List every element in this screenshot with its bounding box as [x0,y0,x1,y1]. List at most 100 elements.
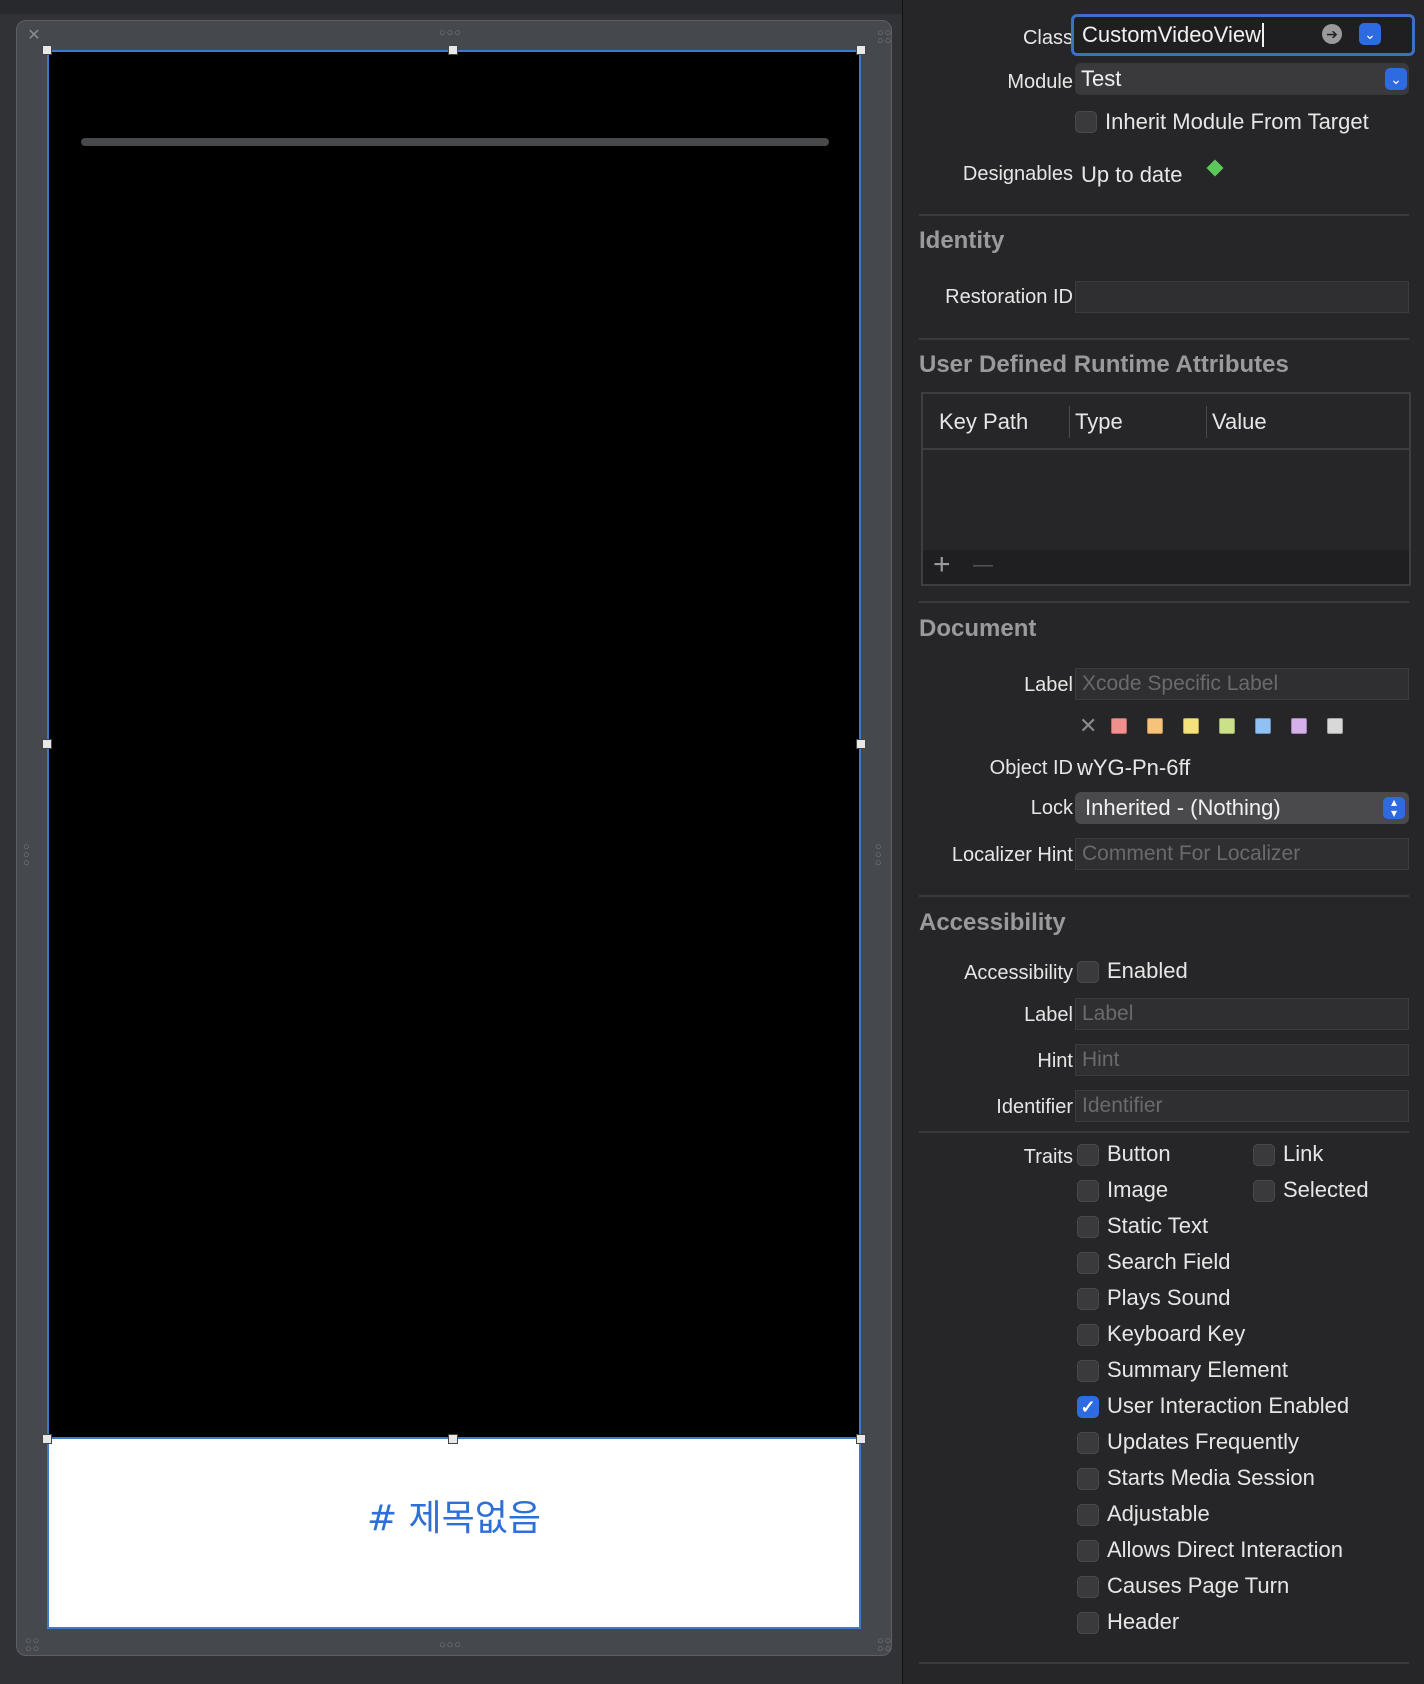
scene-close-icon[interactable]: ✕ [25,27,43,45]
inherit-module-label: Inherit Module From Target [1105,109,1369,134]
resize-handle-right[interactable] [856,739,866,749]
trait-button-checkbox[interactable] [1077,1144,1099,1166]
document-label-field[interactable]: Xcode Specific Label [1075,668,1409,700]
label-color-blue[interactable] [1255,718,1271,734]
trait-plays-sound-label: Plays Sound [1107,1285,1231,1310]
separator [919,895,1409,897]
hashtag-label: # 제목없음 [366,1498,542,1539]
clear-label-color-icon[interactable]: ✕ [1079,713,1097,739]
label-color-orange[interactable] [1147,718,1163,734]
trait-allows-direct-interaction-label: Allows Direct Interaction [1107,1537,1343,1562]
document-section-title: Document [919,615,1037,642]
resize-handle-bottom-right[interactable] [856,1434,866,1444]
label-color-yellow[interactable] [1183,718,1199,734]
go-to-class-arrow-icon[interactable]: ➔ [1322,24,1342,44]
label-color-purple[interactable] [1291,718,1307,734]
accessibility-section-title: Accessibility [919,909,1066,936]
scene-bottom-grip-icon[interactable]: ○○○ [439,1640,462,1651]
resize-handle-top-left[interactable] [42,45,52,55]
text-cursor [1262,23,1264,47]
module-value: Test [1081,66,1122,91]
resize-handle-bottom-left[interactable] [42,1434,52,1444]
identity-inspector: Class CustomVideoView ➔ ⌄ Module Test ⌄ … [902,0,1424,1684]
accessibility-identifier-field[interactable]: Identifier [1075,1090,1409,1122]
designables-status-icon [1206,159,1224,177]
trait-causes-page-turn-label: Causes Page Turn [1107,1573,1290,1598]
class-field-text: CustomVideoView [1082,22,1261,47]
object-id-label: Object ID [989,757,1073,779]
trait-static-text-checkbox[interactable] [1077,1216,1099,1238]
trait-starts-media-session-checkbox[interactable] [1077,1468,1099,1490]
inherit-module-checkbox[interactable] [1075,111,1097,133]
separator [919,1662,1409,1664]
custom-video-view[interactable] [47,50,861,1439]
class-field[interactable]: CustomVideoView ➔ ⌄ [1071,14,1415,56]
resize-handle-bottom[interactable] [448,1434,458,1444]
designables-label: Designables [962,163,1073,185]
accessibility-enabled-checkbox[interactable] [1077,961,1099,983]
trait-keyboard-key-checkbox[interactable] [1077,1324,1099,1346]
label-color-green[interactable] [1219,718,1235,734]
lock-popup[interactable]: Inherited - (Nothing) ▴ ▾ [1075,792,1409,824]
add-attribute-button[interactable]: + [933,548,951,582]
restoration-id-field[interactable] [1075,281,1409,313]
object-id-value: wYG-Pn-6ff [1077,755,1191,780]
scene-bottom-right-grip-icon[interactable]: ○○ ○○ [877,1636,892,1655]
runtime-attributes-table[interactable]: Key Path Type Value + — [921,392,1411,586]
scene-bottom-left-grip-icon[interactable]: ○○ ○○ [25,1636,40,1655]
trait-starts-media-session-label: Starts Media Session [1107,1465,1315,1490]
restoration-id-label: Restoration ID [945,286,1073,308]
trait-selected-checkbox[interactable] [1253,1180,1275,1202]
accessibility-hint-field[interactable]: Hint [1075,1044,1409,1076]
trait-image-checkbox[interactable] [1077,1180,1099,1202]
trait-summary-element-checkbox[interactable] [1077,1360,1099,1382]
column-header-type[interactable]: Type [1075,409,1123,435]
accessibility-label-label: Label [1024,1004,1073,1026]
separator [919,1131,1409,1133]
accessibility-label-field[interactable]: Label [1075,998,1409,1030]
accessibility-hint-label: Hint [1037,1050,1073,1072]
lock-stepper-icon[interactable]: ▴ ▾ [1383,796,1405,819]
resize-handle-top-right[interactable] [856,45,866,55]
localizer-hint-label: Localizer Hint [951,844,1073,866]
resize-handle-top[interactable] [448,45,458,55]
resize-handle-left[interactable] [42,739,52,749]
scene-top-grip-icon[interactable]: ○○○ [439,28,462,39]
trait-header-checkbox[interactable] [1077,1612,1099,1634]
trait-link-checkbox[interactable] [1253,1144,1275,1166]
class-label: Class [1022,27,1073,49]
trait-updates-frequently-checkbox[interactable] [1077,1432,1099,1454]
trait-plays-sound-checkbox[interactable] [1077,1288,1099,1310]
column-header-key-path[interactable]: Key Path [939,409,1028,435]
separator [919,338,1409,340]
remove-attribute-button[interactable]: — [973,554,993,577]
module-dropdown[interactable]: Test ⌄ [1075,63,1409,95]
trait-causes-page-turn-checkbox[interactable] [1077,1576,1099,1598]
trait-user-interaction-enabled-checkbox[interactable]: ✓ [1077,1396,1099,1418]
storyboard-canvas[interactable]: ✕ ○○○ ○○ ○○ ○ ○ ○ ○ ○ ○ ○○○ ○○ ○○ ○○ ○○ # 제목없음 [0,0,902,1684]
trait-search-field-label: Search Field [1107,1249,1231,1274]
trait-search-field-checkbox[interactable] [1077,1252,1099,1274]
accessibility-enabled-label: Enabled [1107,958,1188,983]
class-dropdown-chevron-icon[interactable]: ⌄ [1359,23,1381,45]
module-dropdown-chevron-icon[interactable]: ⌄ [1385,68,1407,90]
scene-left-grip-icon[interactable]: ○ ○ ○ [23,842,33,869]
trait-adjustable-checkbox[interactable] [1077,1504,1099,1526]
trait-link-label: Link [1283,1141,1324,1166]
accessibility-identifier-label: Identifier [996,1096,1073,1118]
scene-footer[interactable]: # 제목없음 [47,1439,861,1629]
label-color-gray[interactable] [1327,718,1343,734]
scene-corner-grip-icon[interactable]: ○○ ○○ [877,28,892,47]
trait-allows-direct-interaction-checkbox[interactable] [1077,1540,1099,1562]
column-header-value[interactable]: Value [1212,409,1267,435]
canvas-top-strip [0,0,902,14]
scene-right-grip-icon[interactable]: ○ ○ ○ [875,842,885,869]
label-color-red[interactable] [1111,718,1127,734]
trait-user-interaction-enabled-label: User Interaction Enabled [1107,1393,1350,1418]
separator [919,601,1409,603]
video-progress-bar [81,138,829,146]
identity-section-title: Identity [919,227,1005,254]
lock-label: Lock [1030,797,1073,819]
localizer-hint-field[interactable]: Comment For Localizer [1075,838,1409,870]
runtime-attributes-section-title: User Defined Runtime Attributes [919,351,1289,378]
